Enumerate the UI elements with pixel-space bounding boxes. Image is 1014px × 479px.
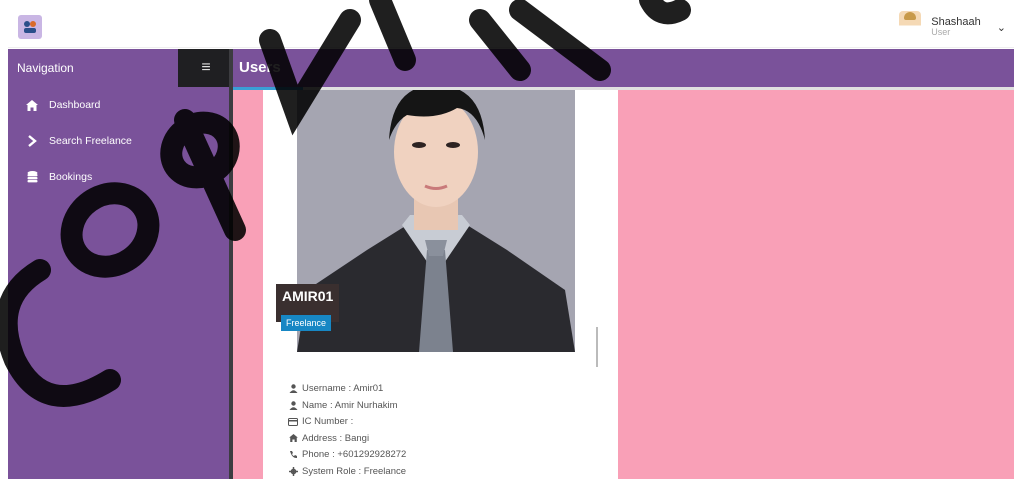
detail-text: System Role : Freelance [302,465,407,477]
sidebar-item-label: Bookings [49,171,93,183]
user-icon [288,401,298,410]
scroll-indicator[interactable] [596,327,598,367]
hamburger-icon: ≡ [201,59,211,76]
logo-icon [24,21,36,33]
chevron-right-icon [26,135,38,147]
menu-toggle-button[interactable]: ≡ [178,49,234,87]
sidebar-item-label: Dashboard [49,99,101,111]
page-header: Users [233,49,1014,87]
id-card-icon [288,417,298,426]
detail-ic-number: IC Number : [288,415,406,429]
detail-text: Address : Bangi [302,432,370,444]
sidebar-item-label: Search Freelance [49,135,132,147]
user-menu[interactable]: Shashaah User ⌄ [899,10,1006,44]
chevron-down-icon[interactable]: ⌄ [997,21,1006,34]
page: Shashaah User ⌄ Navigation ≡ Dashboard S… [0,0,1014,479]
sidebar-item-bookings[interactable]: Bookings [8,159,229,195]
sidebar-item-dashboard[interactable]: Dashboard [8,87,229,123]
user-role: User [931,27,951,38]
phone-icon [288,450,298,459]
detail-text: Username : Amir01 [302,383,384,395]
home-icon [288,434,298,443]
detail-text: Name : Amir Nurhakim [302,399,398,411]
detail-address: Address : Bangi [288,432,406,446]
sidebar-title: Navigation [17,61,74,75]
gear-icon [288,466,298,476]
detail-phone: Phone : +601292928272 [288,448,406,462]
detail-username: Username : Amir01 [288,382,406,396]
sidebar: Navigation ≡ Dashboard Search Freelance … [8,49,234,479]
detail-text: Phone : +601292928272 [302,449,407,461]
detail-text: IC Number : [302,416,354,428]
home-icon [26,99,38,111]
sidebar-item-search-freelance[interactable]: Search Freelance [8,123,229,159]
database-icon [26,171,38,183]
user-icon [288,384,298,394]
top-bar: Shashaah User ⌄ [8,6,1014,48]
app-logo[interactable] [18,15,42,39]
user-info: Shashaah User [931,16,981,38]
role-badge: Freelance [281,315,332,331]
page-title: Users [239,59,281,76]
detail-name: Name : Amir Nurhakim [288,399,406,413]
avatar [899,11,922,43]
detail-system-role: System Role : Freelance [288,465,406,479]
profile-details: Username : Amir01 Name : Amir Nurhakim I… [288,382,406,478]
